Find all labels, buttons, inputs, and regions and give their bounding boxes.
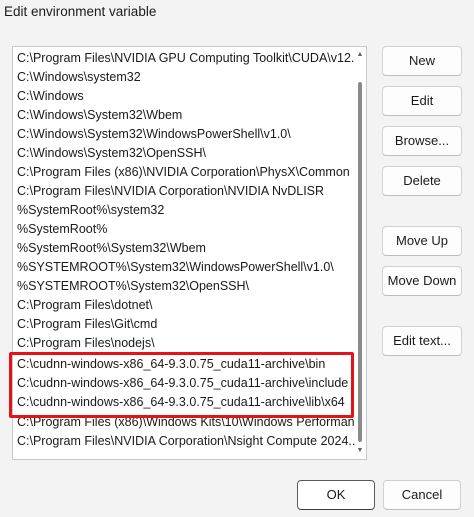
list-item[interactable]: C:\Windows\System32\Wbem — [17, 106, 358, 125]
chevron-up-icon[interactable]: ▲ — [356, 50, 364, 60]
window-title: Edit environment variable — [4, 4, 157, 19]
list-item-cudnn-bin[interactable]: C:\cudnn-windows-x86_64-9.3.0.75_cuda11-… — [17, 355, 358, 374]
list-item[interactable]: %SystemRoot%\system32 — [17, 201, 358, 220]
list-item[interactable]: C:\Windows — [17, 87, 358, 106]
ok-button[interactable]: OK — [297, 480, 375, 510]
chevron-down-icon[interactable]: ▼ — [356, 446, 364, 456]
browse-button[interactable]: Browse... — [382, 126, 462, 156]
cancel-button[interactable]: Cancel — [383, 480, 461, 510]
list-item[interactable]: C:\Windows\System32\WindowsPowerShell\v1… — [17, 125, 358, 144]
list-item[interactable]: C:\Windows\system32 — [17, 68, 358, 87]
scrollbar-thumb[interactable] — [358, 82, 362, 442]
title-bar[interactable]: Edit environment variable — [0, 0, 474, 26]
move-down-button[interactable]: Move Down — [382, 266, 462, 296]
path-list[interactable]: C:\Program Files\NVIDIA GPU Computing To… — [12, 46, 367, 460]
list-item[interactable]: C:\Program Files\NVIDIA Corporation\NVID… — [17, 182, 358, 201]
vertical-scrollbar[interactable]: ▲ ▼ — [355, 48, 365, 458]
edit-text-button[interactable]: Edit text... — [382, 326, 462, 356]
list-item[interactable]: %SystemRoot% — [17, 220, 358, 239]
list-item[interactable]: %SYSTEMROOT%\System32\WindowsPowerShell\… — [17, 258, 358, 277]
list-item-cudnn-include[interactable]: C:\cudnn-windows-x86_64-9.3.0.75_cuda11-… — [17, 374, 358, 393]
list-item[interactable]: C:\Program Files\nodejs\ — [17, 334, 358, 353]
list-item[interactable]: C:\Program Files (x86)\NVIDIA Corporatio… — [17, 163, 358, 182]
delete-button[interactable]: Delete — [382, 166, 462, 196]
list-item[interactable]: C:\Program Files\dotnet\ — [17, 296, 358, 315]
new-button[interactable]: New — [382, 46, 462, 76]
list-item-cudnn-lib-x64[interactable]: C:\cudnn-windows-x86_64-9.3.0.75_cuda11-… — [17, 393, 358, 412]
move-up-button[interactable]: Move Up — [382, 226, 462, 256]
list-item[interactable]: %SYSTEMROOT%\System32\OpenSSH\ — [17, 277, 358, 296]
list-item[interactable]: C:\Windows\System32\OpenSSH\ — [17, 144, 358, 163]
list-item[interactable]: C:\Program Files\NVIDIA Corporation\Nsig… — [17, 432, 358, 451]
list-item[interactable]: %SystemRoot%\System32\Wbem — [17, 239, 358, 258]
list-item[interactable]: C:\Program Files\NVIDIA GPU Computing To… — [17, 49, 358, 68]
list-item[interactable]: C:\Program Files\Git\cmd — [17, 315, 358, 334]
edit-button[interactable]: Edit — [382, 86, 462, 116]
list-item[interactable]: C:\Program Files (x86)\Windows Kits\10\W… — [17, 413, 358, 432]
